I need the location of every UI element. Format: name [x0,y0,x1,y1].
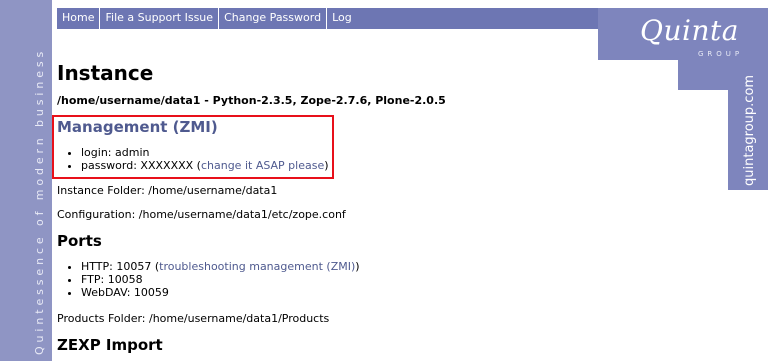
troubleshooting-link[interactable]: troubleshooting management (ZMI) [159,260,355,273]
ports-list: HTTP: 10057 (troubleshooting management … [57,260,360,299]
sidebar-tagline: Quintessence of modern business [33,47,46,355]
management-list: login: admin password: XXXXXXX (change i… [57,146,329,172]
top-band [352,8,598,29]
http-port-item: HTTP: 10057 (troubleshooting management … [81,260,360,273]
left-sidebar-strip: Quintessence of modern business [0,0,52,361]
password-item: password: XXXXXXX (change it ASAP please… [81,159,329,172]
logo-url: quintagroup.com [742,74,757,186]
quinta-logo: Quinta GROUP quintagroup.com [598,0,768,200]
configuration: Configuration: /home/username/data1/etc/… [57,208,346,221]
logo-subtitle: GROUP [698,50,744,58]
nav-support-link[interactable]: File a Support Issue [100,8,220,29]
instance-folder: Instance Folder: /home/username/data1 [57,184,278,197]
login-item: login: admin [81,146,329,159]
logo-wordmark: Quinta [640,14,739,47]
change-password-link[interactable]: change it ASAP please [201,159,324,172]
nav-change-password-link[interactable]: Change Password [219,8,328,29]
nav-home-link[interactable]: Home [57,8,101,29]
management-title: Management (ZMI) [57,118,218,136]
webdav-port-item: WebDAV: 10059 [81,286,360,299]
zexp-import-title: ZEXP Import [57,336,163,354]
main-content: Instance /home/username/data1 - Python-2… [52,61,597,354]
ftp-port-item: FTP: 10058 [81,273,360,286]
instance-path-line: /home/username/data1 - Python-2.3.5, Zop… [57,94,446,107]
page-title: Instance [57,61,154,85]
top-nav: Home File a Support Issue Change Passwor… [57,8,375,29]
ports-title: Ports [57,232,102,250]
products-folder: Products Folder: /home/username/data1/Pr… [57,312,330,325]
